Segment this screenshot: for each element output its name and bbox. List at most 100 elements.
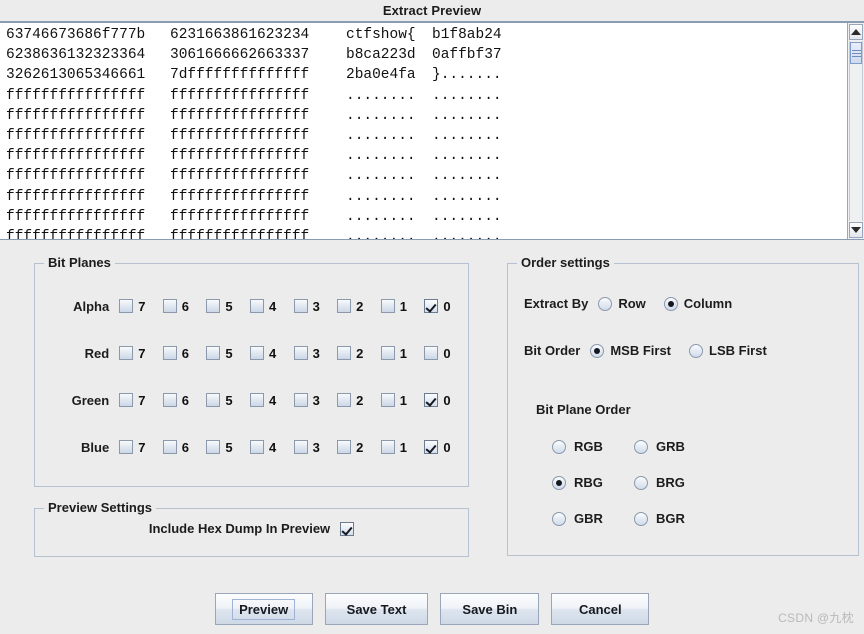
checkbox-alpha-bit-5[interactable] xyxy=(206,299,220,313)
page-title: Extract Preview xyxy=(383,3,481,18)
ascii-group-1: ........ xyxy=(346,227,432,239)
checkbox-red-bit-0[interactable] xyxy=(424,346,438,360)
checkbox-alpha-bit-0[interactable] xyxy=(424,299,438,313)
ascii-group-1: 2ba0e4fa xyxy=(346,65,432,85)
extract-by-option-column[interactable]: Column xyxy=(664,296,732,311)
checkbox-alpha-bit-2[interactable] xyxy=(337,299,351,313)
checkbox-alpha-bit-6[interactable] xyxy=(163,299,177,313)
checkbox-blue-bit-3[interactable] xyxy=(294,440,308,454)
scroll-down-arrow-icon[interactable] xyxy=(849,222,863,238)
hex-dump-textarea[interactable]: 63746673686f777b6231663861623234ctfshow{… xyxy=(0,23,847,239)
radio-icon[interactable] xyxy=(552,512,566,526)
radio-icon[interactable] xyxy=(634,512,648,526)
bit-plane-order-option-rgb[interactable]: RGB xyxy=(552,439,603,454)
bit-plane-order-option-gbr[interactable]: GBR xyxy=(552,511,603,526)
radio-icon[interactable] xyxy=(552,440,566,454)
radio-label: LSB First xyxy=(709,343,767,358)
radio-icon[interactable] xyxy=(634,476,648,490)
radio-icon[interactable] xyxy=(590,344,604,358)
checkbox-green-bit-1[interactable] xyxy=(381,393,395,407)
bit-number-label: 5 xyxy=(225,299,232,314)
bit-number-label: 5 xyxy=(225,346,232,361)
checkbox-blue-bit-6[interactable] xyxy=(163,440,177,454)
checkbox-green-bit-4[interactable] xyxy=(250,393,264,407)
window-title-bar: Extract Preview xyxy=(0,0,864,22)
checkbox-green-bit-5[interactable] xyxy=(206,393,220,407)
button-label: Save Text xyxy=(340,599,414,620)
include-hex-dump-checkbox[interactable] xyxy=(340,522,354,536)
hex-group-1: ffffffffffffffff xyxy=(6,207,170,227)
checkbox-red-bit-6[interactable] xyxy=(163,346,177,360)
bit-cell: 2 xyxy=(337,440,381,455)
ascii-group-1: ........ xyxy=(346,146,432,166)
radio-icon[interactable] xyxy=(552,476,566,490)
bit-plane-order-option-grb[interactable]: GRB xyxy=(634,439,685,454)
bit-cell: 1 xyxy=(381,440,425,455)
hex-group-2: ffffffffffffffff xyxy=(170,106,346,126)
checkbox-green-bit-6[interactable] xyxy=(163,393,177,407)
checkbox-red-bit-1[interactable] xyxy=(381,346,395,360)
vertical-scrollbar[interactable] xyxy=(847,23,864,239)
order-settings-group: Order settings Extract By RowColumn Bit … xyxy=(507,263,859,556)
radio-icon[interactable] xyxy=(689,344,703,358)
bit-plane-order-option-rbg[interactable]: RBG xyxy=(552,475,603,490)
bit-cell: 7 xyxy=(119,440,163,455)
radio-label: Column xyxy=(684,296,732,311)
extract-by-option-row[interactable]: Row xyxy=(598,296,645,311)
bit-plane-row-red: Red76543210 xyxy=(35,341,468,365)
hex-dump-line: ffffffffffffffffffffffffffffffff........… xyxy=(6,86,847,106)
bit-plane-order-option-bgr[interactable]: BGR xyxy=(634,511,685,526)
radio-label: RGB xyxy=(574,439,603,454)
bit-number-label: 4 xyxy=(269,299,276,314)
checkbox-blue-bit-1[interactable] xyxy=(381,440,395,454)
hex-group-2: ffffffffffffffff xyxy=(170,187,346,207)
bit-planes-group: Bit Planes Alpha76543210Red76543210Green… xyxy=(34,263,469,487)
ascii-group-2: ........ xyxy=(432,106,502,126)
ascii-group-1: ........ xyxy=(346,86,432,106)
checkbox-blue-bit-7[interactable] xyxy=(119,440,133,454)
bit-cell: 0 xyxy=(424,440,468,455)
checkbox-red-bit-4[interactable] xyxy=(250,346,264,360)
checkbox-green-bit-3[interactable] xyxy=(294,393,308,407)
channel-label-alpha: Alpha xyxy=(35,299,119,314)
radio-icon[interactable] xyxy=(598,297,612,311)
scrollbar-track[interactable] xyxy=(849,41,863,221)
checkbox-blue-bit-0[interactable] xyxy=(424,440,438,454)
checkbox-red-bit-3[interactable] xyxy=(294,346,308,360)
radio-icon[interactable] xyxy=(634,440,648,454)
scrollbar-thumb[interactable] xyxy=(850,42,862,64)
checkbox-blue-bit-4[interactable] xyxy=(250,440,264,454)
checkbox-red-bit-7[interactable] xyxy=(119,346,133,360)
save-text-button[interactable]: Save Text xyxy=(325,593,429,625)
checkbox-alpha-bit-7[interactable] xyxy=(119,299,133,313)
cancel-button[interactable]: Cancel xyxy=(551,593,649,625)
bit-cell: 7 xyxy=(119,346,163,361)
bit-number-label: 4 xyxy=(269,346,276,361)
checkbox-alpha-bit-1[interactable] xyxy=(381,299,395,313)
bit-number-label: 3 xyxy=(313,393,320,408)
checkbox-alpha-bit-4[interactable] xyxy=(250,299,264,313)
checkbox-green-bit-0[interactable] xyxy=(424,393,438,407)
checkbox-green-bit-2[interactable] xyxy=(337,393,351,407)
bit-order-option-msb-first[interactable]: MSB First xyxy=(590,343,671,358)
bit-order-option-lsb-first[interactable]: LSB First xyxy=(689,343,767,358)
bit-cell: 6 xyxy=(163,393,207,408)
checkbox-red-bit-5[interactable] xyxy=(206,346,220,360)
scroll-up-arrow-icon[interactable] xyxy=(849,24,863,40)
preview-button[interactable]: Preview xyxy=(215,593,313,625)
hex-dump-line: ffffffffffffffffffffffffffffffff........… xyxy=(6,126,847,146)
save-bin-button[interactable]: Save Bin xyxy=(440,593,539,625)
checkbox-green-bit-7[interactable] xyxy=(119,393,133,407)
include-hex-dump-row: Include Hex Dump In Preview xyxy=(35,521,468,536)
bit-cell: 5 xyxy=(206,299,250,314)
checkbox-red-bit-2[interactable] xyxy=(337,346,351,360)
checkbox-blue-bit-2[interactable] xyxy=(337,440,351,454)
checkbox-alpha-bit-3[interactable] xyxy=(294,299,308,313)
hex-dump-panel: 63746673686f777b6231663861623234ctfshow{… xyxy=(0,22,864,240)
bit-plane-order-label: Bit Plane Order xyxy=(536,402,631,417)
hex-group-1: ffffffffffffffff xyxy=(6,166,170,186)
checkbox-blue-bit-5[interactable] xyxy=(206,440,220,454)
radio-icon[interactable] xyxy=(664,297,678,311)
hex-dump-line: ffffffffffffffffffffffffffffffff........… xyxy=(6,146,847,166)
bit-plane-order-option-brg[interactable]: BRG xyxy=(634,475,685,490)
